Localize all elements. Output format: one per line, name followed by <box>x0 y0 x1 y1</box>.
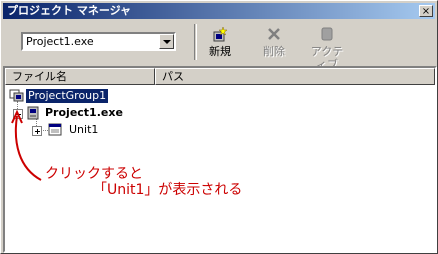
delete-button[interactable]: 削除 <box>254 23 294 61</box>
activate-icon <box>321 27 333 41</box>
delete-icon <box>268 28 280 40</box>
toolbar-separator <box>194 24 197 60</box>
project-select-value: Project1.exe <box>26 35 94 48</box>
toolbar: Project1.exe 新規 削除 アクティブ <box>3 21 435 71</box>
new-button-label: 新規 <box>209 45 231 58</box>
project-tree-panel: ファイル名 パス ProjectGroup1 Project1.exe Unit… <box>3 66 437 253</box>
annotation-line-2: 「Unit1」が表示される <box>93 182 243 198</box>
new-project-icon <box>213 26 228 42</box>
chevron-down-icon[interactable] <box>159 34 174 49</box>
close-icon: × <box>421 6 431 17</box>
window-title: プロジェクト マネージャ <box>7 4 132 17</box>
project-manager-window: プロジェクト マネージャ × Project1.exe 新規 削除 アクティブ … <box>0 0 438 254</box>
close-button[interactable]: × <box>419 5 433 17</box>
title-bar[interactable]: プロジェクト マネージャ × <box>3 3 435 19</box>
activate-button[interactable]: アクティブ <box>307 23 347 71</box>
project-select[interactable]: Project1.exe <box>21 32 176 51</box>
annotation-arrow <box>11 109 42 181</box>
delete-button-label: 削除 <box>263 45 285 58</box>
new-button[interactable]: 新規 <box>200 23 240 61</box>
